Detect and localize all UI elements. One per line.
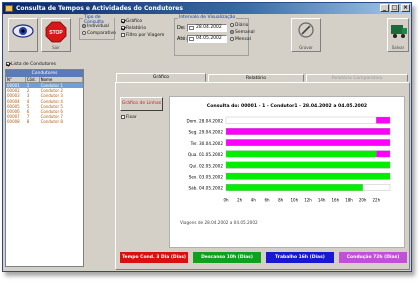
grafico-linhas-button[interactable]: Gráfico de Linhas xyxy=(120,97,163,111)
stop-icon: STOP xyxy=(45,21,67,43)
bar-segment xyxy=(225,172,391,180)
conducao-summary[interactable]: Condução 72h (Dias) xyxy=(339,252,407,263)
activity-chart: Consulta do: 00001 - 1 - Condutor1 - 28.… xyxy=(169,96,405,248)
bar-segment xyxy=(225,161,391,169)
eye-icon xyxy=(12,24,34,38)
bar-segment xyxy=(376,150,391,158)
bar-segment xyxy=(376,116,391,124)
category-label: Sáb. 04.05.2002 xyxy=(188,186,223,191)
save-caption: Salvar xyxy=(391,45,405,50)
category-label: Dom. 28.04.2002 xyxy=(186,119,223,124)
bar-segment xyxy=(225,184,363,191)
summary-footer: Tempo Cond. 3 Dia (Dias) Descanso 10h (D… xyxy=(116,252,409,264)
print-button[interactable]: Gravar xyxy=(291,18,321,52)
calendar-icon xyxy=(189,26,194,30)
category-label: Ter. 30.04.2002 xyxy=(190,141,224,146)
bar-segment xyxy=(225,128,391,135)
fixar-checkbox[interactable]: Fixar xyxy=(121,115,137,120)
column-cod[interactable]: Cód. xyxy=(26,77,40,82)
lista-condutores-checkbox[interactable]: Lista de Condutores xyxy=(6,62,56,67)
x-tick-label: 22h xyxy=(373,197,381,202)
de-date-field[interactable]: 28.04.2002 xyxy=(187,24,227,32)
category-label: Qui. 02.05.2002 xyxy=(189,163,223,168)
intervalo-title: Intervalo de Visualização xyxy=(178,15,237,20)
wrench-icon xyxy=(298,22,314,38)
stop-button[interactable]: STOP Sair xyxy=(41,18,71,52)
filtro-viagem-checkbox[interactable]: Filtro por Viagem xyxy=(121,33,164,38)
trabalho-summary[interactable]: Trabalho 16h (Dias) xyxy=(266,252,334,263)
truck-icon xyxy=(391,25,407,38)
minimize-button[interactable]: _ xyxy=(380,4,389,12)
x-tick-label: 2h xyxy=(237,197,243,202)
descanso-summary[interactable]: Descanso 10h (Dias) xyxy=(193,252,261,263)
category-label: Qua. 01.05.2002 xyxy=(188,152,223,157)
tab-relatorio[interactable]: Relatório xyxy=(208,74,304,82)
bar-segment xyxy=(362,184,391,191)
driver-list-panel: Condutores N° Cód. Nome 00001 1 Condutor 1… xyxy=(5,69,84,267)
app-icon xyxy=(5,5,13,12)
x-tick-label: 0h xyxy=(223,197,229,202)
grafico-checkbox[interactable]: Gráfico xyxy=(121,19,142,24)
chart-title: Consulta do: 00001 - 1 - Condutor1 - 28.… xyxy=(207,103,367,109)
maximize-button[interactable]: □ xyxy=(390,4,399,12)
comparativo-radio[interactable]: Comparativo xyxy=(82,31,116,36)
chart-canvas: Consulta do: 00001 - 1 - Condutor1 - 28.… xyxy=(180,103,391,225)
ate-label: Até: xyxy=(177,36,188,42)
x-tick-label: 10h xyxy=(291,197,299,202)
x-tick-label: 8h xyxy=(278,197,284,202)
x-tick-label: 20h xyxy=(359,197,367,202)
x-tick-label: 12h xyxy=(304,197,312,202)
x-tick-label: 6h xyxy=(264,197,270,202)
mensal-radio[interactable]: Mensal xyxy=(230,37,251,42)
bar-segment xyxy=(225,150,377,158)
de-label: De: xyxy=(177,25,186,31)
driver-list-rows: 00001 1 Condutor 1 00002 2 Condutor 2 00003 3 Co… xyxy=(6,83,83,125)
relatorio-checkbox[interactable]: Relatório xyxy=(121,26,146,31)
ate-date-field[interactable]: 04.05.2002 xyxy=(187,35,227,43)
cell-n: 00008 xyxy=(7,119,20,125)
x-tick-label: 16h xyxy=(332,197,340,202)
range-caption: Viagens de 28.04.2002 a 04.05.2002 xyxy=(180,220,258,225)
consulta-tipo-group: Tipo de Consulta Individual Comparativo xyxy=(79,15,116,40)
column-n[interactable]: N° xyxy=(6,77,26,82)
view-button[interactable] xyxy=(8,18,38,52)
stop-caption: Sair xyxy=(52,45,60,50)
tab-grafico[interactable]: Gráfico xyxy=(116,73,206,82)
calendar-icon xyxy=(189,37,194,41)
chart-tab-content: Gráfico de Linhas Fixar Consulta do: 000… xyxy=(115,82,410,270)
intervalo-group: Intervalo de Visualização De: 28.04.2002… xyxy=(174,15,255,56)
x-tick-label: 4h xyxy=(251,197,257,202)
title-bar: Consulta de Tempos e Actividades do Cond… xyxy=(3,3,411,14)
diario-radio[interactable]: Diário xyxy=(230,23,248,28)
semanal-radio[interactable]: Semanal xyxy=(230,30,255,35)
category-label: Sex. 03.05.2002 xyxy=(189,175,224,180)
individual-radio[interactable]: Individual xyxy=(82,24,109,29)
window-title: Consulta de Tempos e Actividades do Cond… xyxy=(16,5,183,12)
driver-list-header: Condutores xyxy=(6,70,83,77)
bar-segment xyxy=(225,116,377,124)
column-nome[interactable]: Nome xyxy=(40,77,83,82)
category-label: Seg. 29.04.2002 xyxy=(188,130,223,135)
cell-cod: 8 xyxy=(26,119,30,125)
bar-segment xyxy=(225,139,391,147)
main-window: Consulta de Tempos e Actividades do Cond… xyxy=(2,2,412,272)
save-button[interactable]: Salvar xyxy=(387,18,409,52)
tab-relatorio-comparativo[interactable]: Relatório Comparativo xyxy=(306,74,408,82)
list-item[interactable]: 00008 8 Condutor 8 xyxy=(6,119,83,124)
close-button[interactable]: × xyxy=(401,4,410,12)
cell-nome: Condutor 8 xyxy=(40,119,63,125)
stop-text: STOP xyxy=(49,30,63,36)
x-tick-label: 14h xyxy=(318,197,326,202)
x-tick-label: 18h xyxy=(345,197,353,202)
print-caption: Gravar xyxy=(299,45,313,50)
tempo-cond-summary[interactable]: Tempo Cond. 3 Dia (Dias) xyxy=(120,252,188,263)
toolbar: STOP Sair Tipo de Consulta Individual Co… xyxy=(4,15,410,61)
